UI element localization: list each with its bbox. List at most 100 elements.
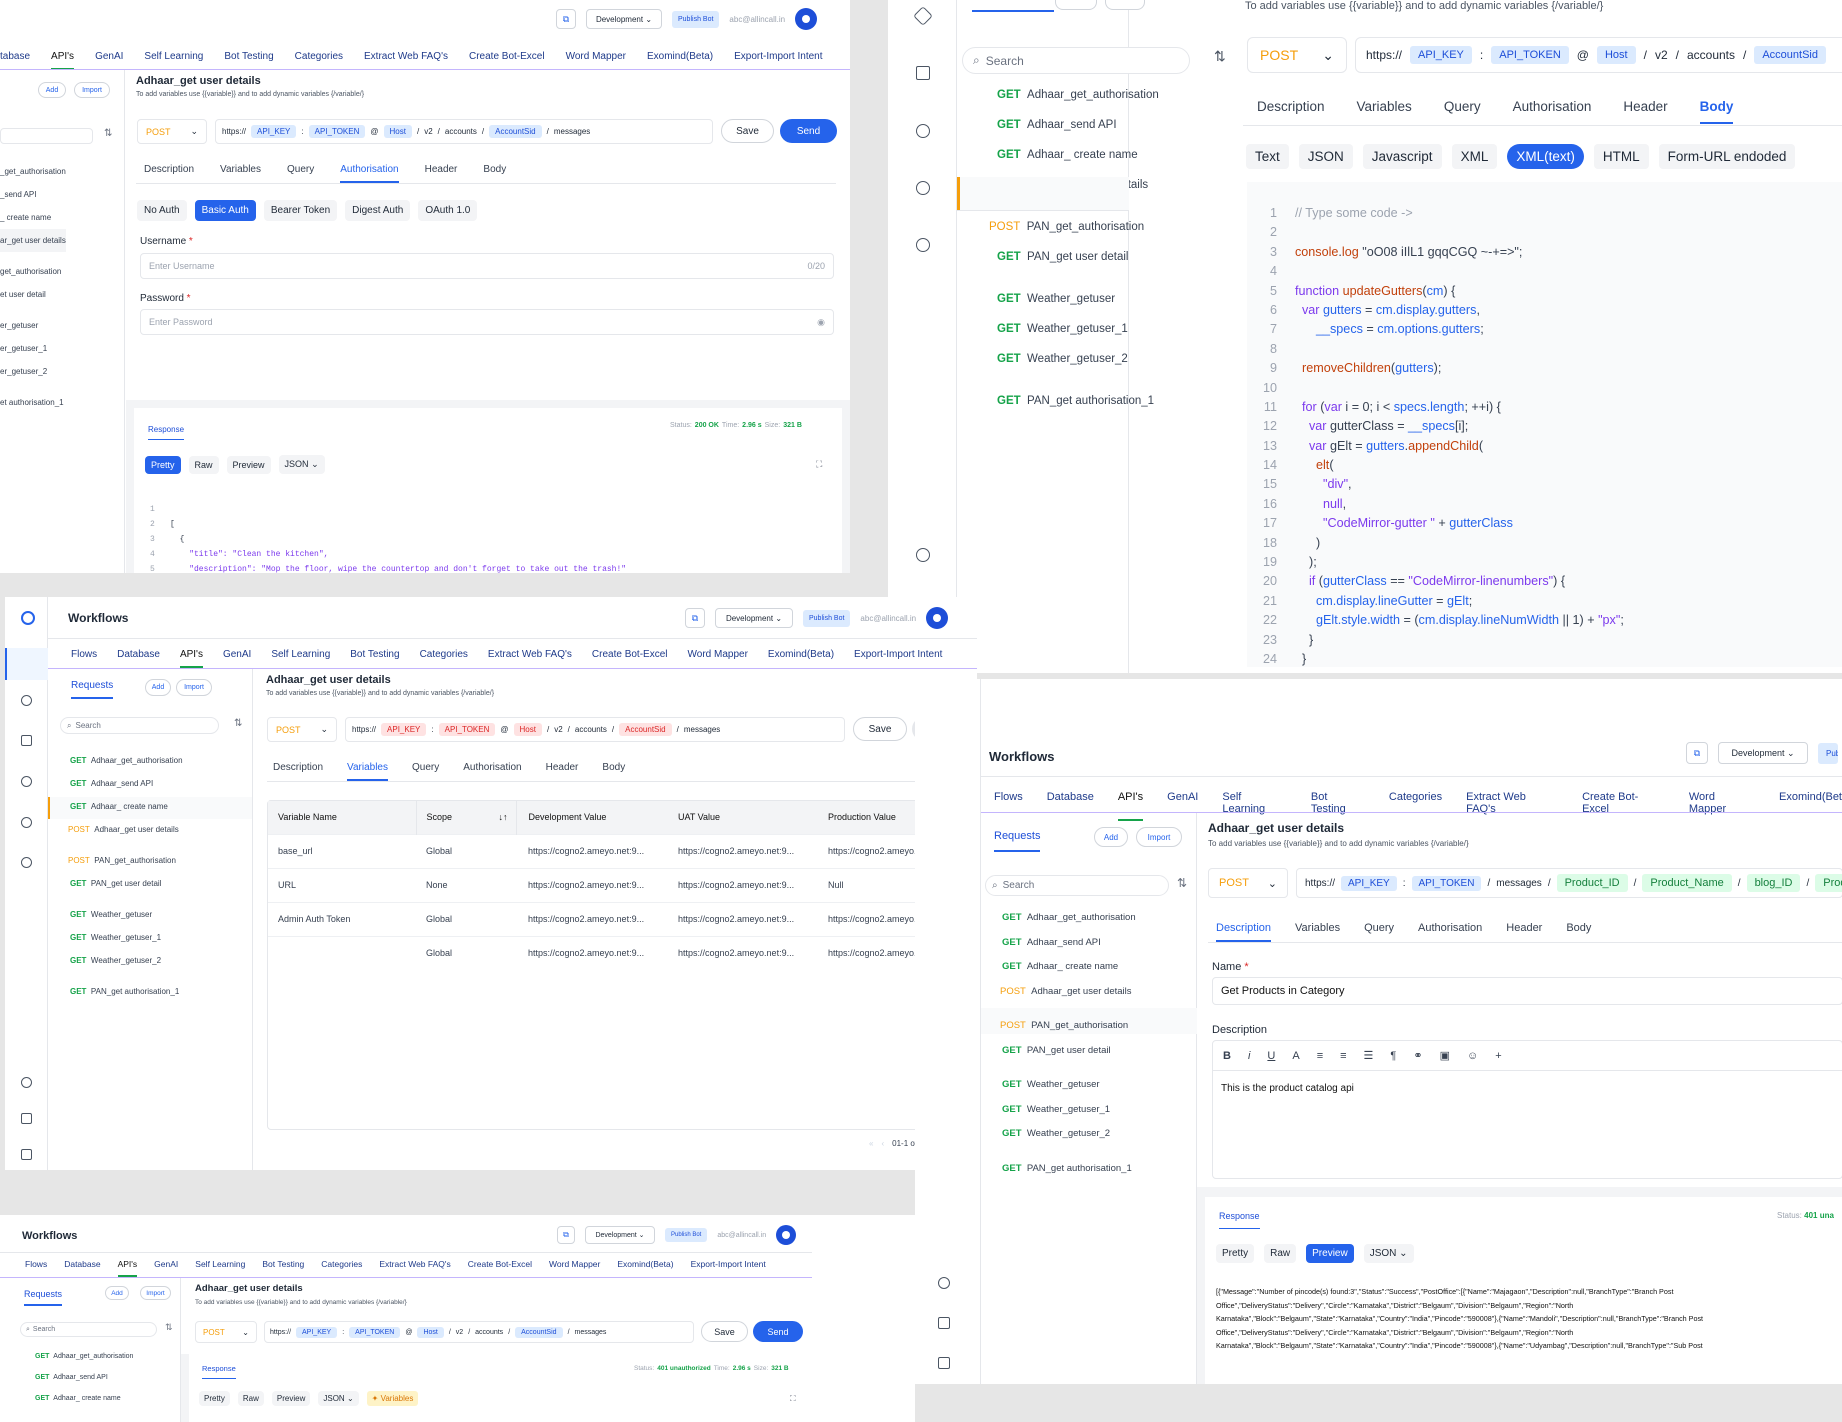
list-item[interactable]: GET Adhaar_ create name <box>1002 955 1136 980</box>
list-item[interactable]: _send API <box>0 183 66 206</box>
method-select[interactable]: POST ⌄ <box>267 717 337 742</box>
view-pretty[interactable]: Pretty <box>199 1391 230 1406</box>
list-item[interactable]: GET Weather_getuser_2 <box>1002 1122 1136 1147</box>
nav-item-exomind[interactable]: Exomind(Bet <box>1779 791 1842 821</box>
list-item[interactable]: GET Weather_getuser_1 <box>70 926 183 949</box>
url-input[interactable]: https:// API_KEY : API_TOKEN @ Host / v2… <box>264 1321 694 1343</box>
nav-item-bot-excel[interactable]: Create Bot-Excel <box>1582 791 1665 821</box>
list-item[interactable]: GET Weather_getuser <box>70 903 183 926</box>
list-item[interactable]: GET Adhaar_ create name <box>997 149 1159 179</box>
requests-tab[interactable]: Requests <box>71 680 114 699</box>
nav-item-export-import[interactable]: Export-Import Intent <box>691 1259 766 1277</box>
nav-item-categories[interactable]: Categories <box>321 1259 362 1277</box>
list-item[interactable]: er_getuser <box>0 314 66 337</box>
paragraph-icon[interactable]: ¶ <box>1390 1050 1396 1062</box>
sort-icon[interactable]: ⇅ <box>1214 48 1226 65</box>
format-select[interactable]: JSON ⌄ <box>318 1391 359 1406</box>
list-item[interactable]: GET Adhaar_ create name <box>35 1388 133 1409</box>
list-item[interactable]: GET PAN_get user detail <box>1002 1039 1136 1064</box>
nav-item-flows[interactable]: Flows <box>25 1259 47 1277</box>
list-item[interactable]: GET Weather_getuser_1 <box>997 323 1159 353</box>
response-tab[interactable]: Response <box>148 425 185 440</box>
list-item[interactable]: GET Weather_getuser_2 <box>997 353 1159 383</box>
chart-pie-icon[interactable] <box>916 124 930 138</box>
list-item[interactable]: GET Adhaar_send API <box>997 119 1159 149</box>
search-input[interactable]: ⌕ Search <box>20 1322 157 1337</box>
expand-icon[interactable]: ⛶ <box>816 459 822 470</box>
list-item[interactable]: GET PAN_get authorisation_1 <box>70 980 183 1003</box>
chart-pie-icon[interactable] <box>21 776 32 787</box>
body-type-option[interactable]: JSON <box>1298 144 1353 169</box>
tab-authorisation[interactable]: Authorisation <box>1418 922 1482 942</box>
send-button[interactable]: Send <box>780 119 837 143</box>
response-tab[interactable]: Response <box>202 1364 236 1379</box>
username-field[interactable]: Enter Username 0/20 <box>140 253 834 279</box>
nav-item-database[interactable]: tabase <box>0 51 30 70</box>
nav-item-extract[interactable]: Extract Web FAQ's <box>488 649 572 668</box>
tab-query[interactable]: Query <box>1444 99 1481 124</box>
nav-item-word-mapper[interactable]: Word Mapper <box>688 649 748 668</box>
workflow-icon[interactable] <box>5 648 48 680</box>
add-button[interactable]: Add <box>1094 827 1128 847</box>
body-type-option[interactable]: Form-URL endoded <box>1658 144 1796 169</box>
italic-icon[interactable]: i <box>1248 1050 1250 1062</box>
env-dropdown[interactable]: Development ⌄ <box>586 9 662 29</box>
table-row[interactable]: base_url Global https://cogno2.ameyo.net:9… <box>268 834 969 868</box>
document-icon[interactable] <box>938 1317 950 1329</box>
link-icon[interactable]: ⚭ <box>1413 1049 1422 1062</box>
nav-item-extract[interactable]: Extract Web FAQ's <box>1466 791 1558 821</box>
body-type-option[interactable]: Javascript <box>1362 144 1442 169</box>
list-item[interactable]: GET PAN_get authorisation_1 <box>1002 1157 1136 1182</box>
list-item[interactable]: GET Weather_getuser <box>1002 1073 1136 1098</box>
variables-badge[interactable]: ✦ Variables <box>366 1391 419 1406</box>
megaphone-icon[interactable] <box>21 735 32 746</box>
body-type-option[interactable]: HTML <box>1593 144 1649 169</box>
add-button[interactable]: Add <box>145 679 171 696</box>
add-button[interactable] <box>1055 0 1097 10</box>
list-item[interactable]: GET PAN_get user detail <box>997 251 1159 281</box>
gear-icon[interactable] <box>916 238 930 252</box>
list-item[interactable]: GET Adhaar_get_authorisation <box>70 749 183 772</box>
list-item[interactable]: er_getuser_2 <box>0 360 66 383</box>
method-select[interactable]: POST ⌄ <box>1247 37 1347 73</box>
nav-item-apis[interactable]: API's <box>179 649 203 668</box>
publish-bot-button[interactable]: Publish Bot <box>665 1228 708 1242</box>
first-page-icon[interactable]: « <box>869 1139 873 1148</box>
tab-body[interactable]: Body <box>1699 99 1734 124</box>
nav-item-categories[interactable]: Categories <box>1389 791 1442 821</box>
copy-icon[interactable]: ⧉ <box>685 608 705 628</box>
nav-item-extract[interactable]: Extract Web FAQ's <box>379 1259 450 1277</box>
tab-query[interactable]: Query <box>287 164 314 183</box>
nav-item-exomind[interactable]: Exomind(Beta) <box>768 649 834 668</box>
eye-icon[interactable]: ◉ <box>817 317 825 328</box>
list-item[interactable]: GET Adhaar_send API <box>70 772 183 795</box>
nav-item-word-mapper[interactable]: Word Mapper <box>549 1259 600 1277</box>
auth-type-option[interactable]: Digest Auth <box>345 200 411 221</box>
nav-item-export-import[interactable]: Export-Import Intent <box>854 649 942 668</box>
tab-variables[interactable]: Variables <box>220 164 261 183</box>
rocket-icon[interactable] <box>913 6 933 26</box>
nav-item-flows[interactable]: Flows <box>71 649 97 668</box>
description-editor[interactable]: Bi U A ≡ ≡ ☰ ¶ ⚭ ▣ ☺ + This is the product catal… <box>1212 1040 1842 1179</box>
add-button[interactable]: Add <box>38 82 66 98</box>
nav-item-self-learning[interactable]: Self Learning <box>1222 791 1287 821</box>
prev-page-icon[interactable]: ‹ <box>881 1139 884 1148</box>
view-pretty[interactable]: Pretty <box>1216 1244 1255 1263</box>
view-preview[interactable]: Preview <box>226 455 271 474</box>
text-color-icon[interactable]: A <box>1292 1050 1299 1062</box>
collapse-icon[interactable] <box>21 1149 32 1160</box>
method-select[interactable]: POST ⌄ <box>195 1321 257 1343</box>
send-button[interactable]: Send <box>753 1321 803 1342</box>
image-icon[interactable]: ▣ <box>1440 1049 1450 1062</box>
list-item[interactable]: GET Adhaar_get_authorisation <box>35 1346 133 1367</box>
sort-icon[interactable]: ⇅ <box>104 128 112 139</box>
table-row[interactable]: URL None https://cogno2.ameyo.net:9... http… <box>268 868 969 902</box>
tab-description[interactable]: Description <box>144 164 194 183</box>
sort-icon[interactable]: ⇅ <box>234 718 242 729</box>
nav-item-self-learning[interactable]: Self Learning <box>271 649 330 668</box>
avatar[interactable] <box>926 607 949 629</box>
emoji-icon[interactable]: ☺ <box>1467 1050 1478 1062</box>
view-pretty[interactable]: Pretty <box>145 455 181 474</box>
nav-item-exomind[interactable]: Exomind(Beta) <box>647 51 713 70</box>
body-type-option[interactable]: XML(text) <box>1507 144 1584 169</box>
